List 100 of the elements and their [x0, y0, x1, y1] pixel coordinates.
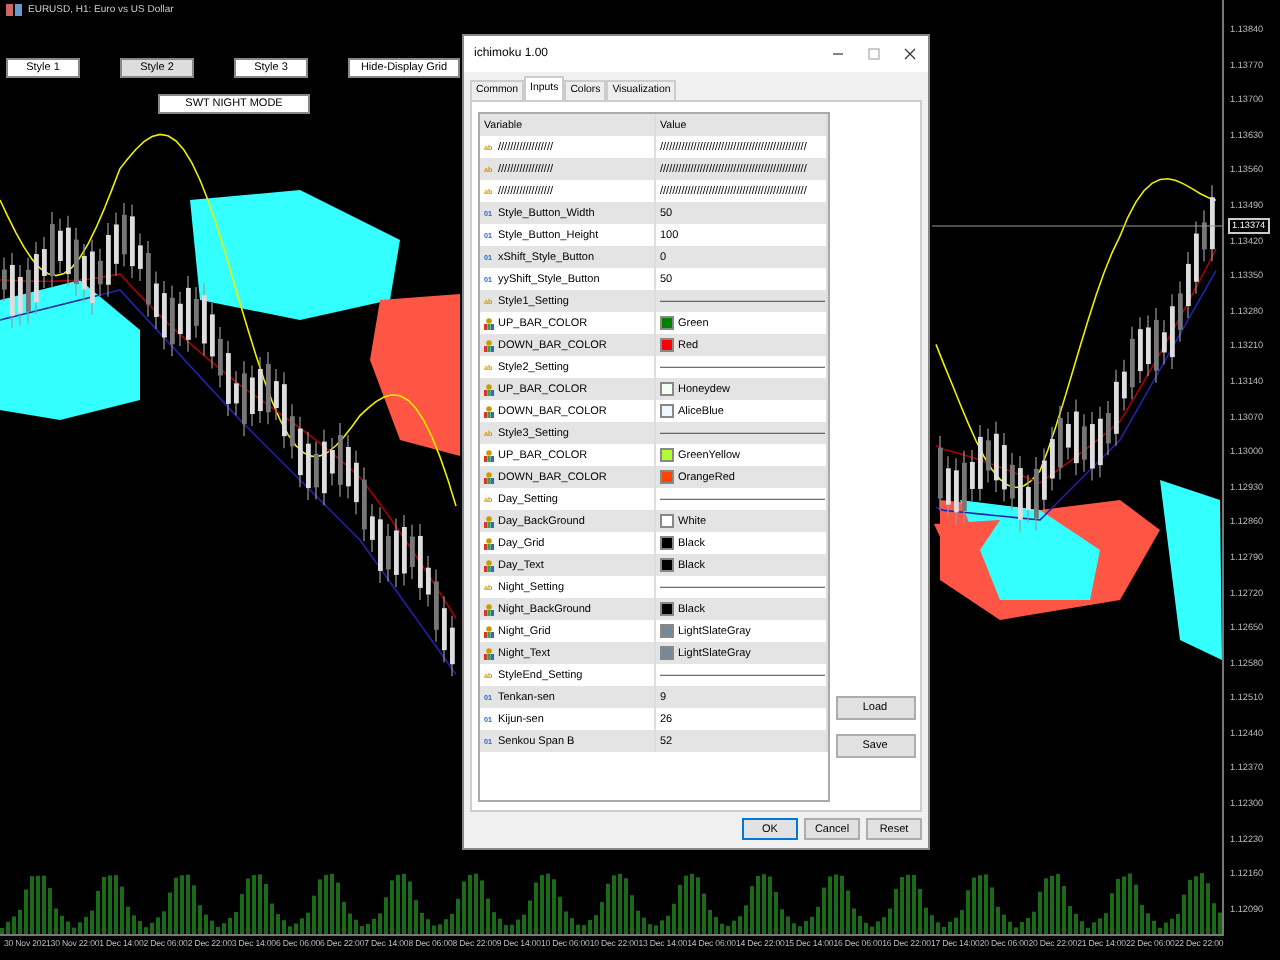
palette-icon	[484, 647, 494, 659]
candlestick	[986, 427, 991, 484]
palette-icon	[484, 515, 494, 527]
candlestick	[1146, 314, 1151, 377]
candlestick	[242, 360, 247, 437]
candlestick	[258, 356, 263, 424]
candlestick	[354, 450, 359, 515]
candlestick	[346, 434, 351, 499]
candlestick	[1090, 411, 1095, 482]
candlestick	[178, 291, 183, 347]
candlestick	[962, 450, 967, 524]
minimize-icon[interactable]	[832, 48, 844, 60]
candlestick	[1026, 474, 1031, 523]
candlestick	[1098, 406, 1103, 478]
candlestick	[10, 252, 15, 329]
candlestick	[114, 211, 119, 277]
candlestick	[162, 280, 167, 351]
candlestick	[42, 236, 47, 289]
candlestick	[1162, 319, 1167, 366]
candlestick	[186, 275, 191, 353]
candlestick	[298, 416, 303, 488]
candlestick	[994, 421, 999, 493]
candlestick	[1106, 400, 1111, 456]
candlestick	[98, 248, 103, 297]
candlestick	[50, 211, 55, 289]
candlestick	[58, 218, 63, 274]
candlestick	[1202, 209, 1207, 262]
candlestick	[954, 457, 959, 525]
candlestick	[138, 232, 143, 282]
candlestick	[106, 222, 111, 298]
palette-icon	[484, 317, 494, 329]
candlestick	[1050, 426, 1055, 492]
candlestick	[154, 270, 159, 330]
candlestick	[450, 615, 455, 677]
candlestick	[266, 351, 271, 425]
candlestick	[1194, 220, 1199, 295]
maximize-icon[interactable]	[868, 48, 880, 60]
candlestick	[1082, 413, 1087, 473]
candlestick	[946, 455, 951, 518]
candlestick	[202, 282, 207, 357]
palette-icon	[484, 405, 494, 417]
candlestick	[322, 429, 327, 506]
candlestick	[1002, 432, 1007, 502]
candlestick	[418, 523, 423, 601]
candlestick	[306, 431, 311, 501]
palette-icon	[484, 383, 494, 395]
candlestick	[218, 326, 223, 389]
candlestick	[1058, 405, 1063, 481]
candlestick	[282, 371, 287, 449]
candlestick	[122, 202, 127, 267]
candlestick	[74, 227, 79, 297]
candlestick	[394, 517, 399, 588]
candlestick	[2, 256, 7, 303]
candlestick	[146, 240, 151, 318]
candlestick	[362, 467, 367, 542]
candlestick	[330, 437, 335, 487]
candlestick	[338, 422, 343, 498]
candlestick	[274, 368, 279, 421]
candlestick	[210, 301, 215, 369]
candlestick	[970, 449, 975, 502]
candlestick	[234, 370, 239, 416]
candlestick	[314, 441, 319, 500]
candlestick	[82, 243, 87, 302]
candlestick	[66, 215, 71, 287]
candlestick	[26, 257, 31, 325]
palette-icon	[484, 449, 494, 461]
candlestick	[442, 595, 447, 663]
candlestick	[290, 403, 295, 460]
candlestick	[1066, 411, 1071, 461]
palette-icon	[484, 603, 494, 615]
candlestick	[1178, 280, 1183, 343]
candlestick	[1122, 359, 1127, 411]
candlestick	[402, 514, 407, 587]
candlestick	[426, 555, 431, 608]
close-icon[interactable]	[904, 48, 916, 60]
candlestick	[226, 340, 231, 417]
candlestick	[1210, 184, 1215, 262]
candlestick	[378, 506, 383, 584]
palette-icon	[484, 559, 494, 571]
candlestick	[386, 523, 391, 583]
candlestick	[938, 435, 943, 512]
candlestick	[34, 241, 39, 315]
candlestick	[434, 568, 439, 643]
candlestick	[1018, 455, 1023, 533]
candlestick	[1010, 452, 1015, 512]
candlestick	[1186, 251, 1191, 319]
candlestick	[1114, 369, 1119, 447]
candlestick	[1034, 456, 1039, 532]
palette-icon	[484, 537, 494, 549]
candlestick	[1138, 316, 1143, 384]
candlestick	[170, 285, 175, 357]
candlestick	[1130, 326, 1135, 400]
candlestick	[978, 424, 983, 502]
candlestick	[1170, 293, 1175, 370]
candlestick	[1074, 398, 1079, 476]
palette-icon	[484, 471, 494, 483]
candlestick	[410, 524, 415, 580]
candlestick	[90, 238, 95, 316]
candlestick	[370, 503, 375, 553]
palette-icon	[484, 625, 494, 637]
